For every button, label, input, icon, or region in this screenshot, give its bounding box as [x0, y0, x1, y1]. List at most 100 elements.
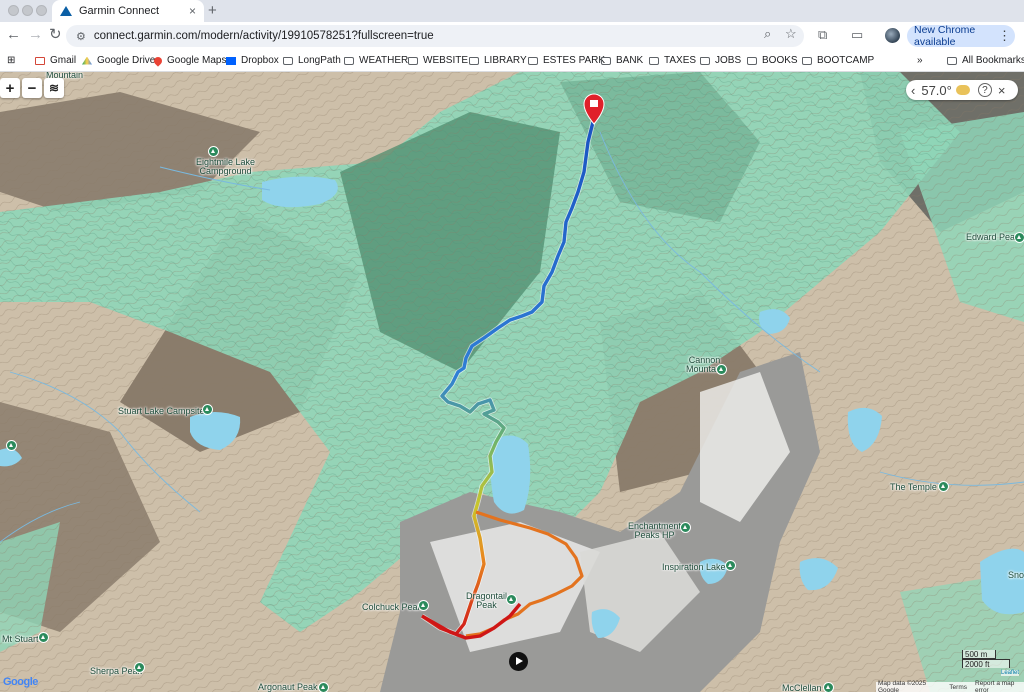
tab-garmin-connect[interactable]: Garmin Connect ×	[52, 0, 204, 22]
campsite-poi-icon[interactable]	[202, 404, 213, 415]
peak-poi-icon[interactable]	[134, 662, 145, 673]
map-label-mt-stuart: Mt Stuart	[2, 634, 39, 644]
folder-icon	[344, 56, 354, 65]
google-maps-icon	[152, 54, 164, 67]
folder-icon	[700, 56, 710, 65]
bookmarks-bar: ⊞ Gmail Google Drive Google Maps Dropbox…	[0, 50, 1024, 72]
bookmark-gmail[interactable]: Gmail	[35, 55, 76, 66]
peak-poi-icon[interactable]	[1014, 232, 1024, 243]
browser-toolbar: ← → ↻ ⚙ connect.garmin.com/modern/activi…	[0, 22, 1024, 50]
map-label-dragontail-peak: Dragontail Peak	[466, 591, 508, 610]
tab-close-icon[interactable]: ×	[189, 4, 196, 18]
bookmark-dropbox[interactable]: Dropbox	[226, 55, 279, 66]
tab-strip: Garmin Connect × +	[0, 0, 1024, 22]
folder-icon	[802, 56, 812, 65]
tab-title: Garmin Connect	[79, 5, 160, 17]
back-arrow-icon[interactable]: ←	[6, 27, 21, 43]
more-menu-icon[interactable]: ⋮	[998, 28, 1011, 44]
peak-poi-icon[interactable]	[318, 682, 329, 692]
peak-poi-icon[interactable]	[680, 522, 691, 533]
peak-poi-icon[interactable]	[938, 481, 949, 492]
garmin-favicon-icon	[60, 6, 72, 16]
bookmark-folder-weather[interactable]: WEATHER	[344, 55, 408, 66]
bookmark-folder-taxes[interactable]: TAXES	[649, 55, 696, 66]
reload-icon[interactable]: ↻	[49, 27, 62, 43]
map-label-stuart-lake: Stuart Lake Campsites	[118, 406, 210, 416]
all-bookmarks-button[interactable]: All Bookmarks	[947, 55, 1024, 66]
bookmark-google-maps[interactable]: Google Maps	[152, 54, 226, 67]
close-window-button[interactable]	[8, 5, 19, 16]
minimize-window-button[interactable]	[22, 5, 33, 16]
report-map-error-link[interactable]: Report a map error	[975, 680, 1024, 692]
dropbox-icon	[226, 56, 236, 65]
bookmark-folder-books[interactable]: BOOKS	[747, 55, 798, 66]
map-label-inspiration-lake: Inspiration Lake	[662, 562, 726, 572]
map-label-mcclellan: McClellan	[782, 683, 822, 692]
leaflet-link[interactable]: Leaflet	[1001, 670, 1020, 676]
lake-poi-icon[interactable]	[725, 560, 736, 571]
map-label-argonaut-peak: Argonaut Peak	[258, 682, 318, 692]
map-label-the-temple: The Temple	[890, 482, 937, 492]
bookmark-folder-bootcamp[interactable]: BOOTCAMP	[802, 55, 874, 66]
folder-icon	[283, 56, 293, 65]
bookmark-folder-jobs[interactable]: JOBS	[700, 55, 741, 66]
campground-poi-icon[interactable]	[208, 146, 219, 157]
bookmark-folder-website[interactable]: WEBSITE	[408, 55, 468, 66]
bookmark-folder-library[interactable]: LIBRARY	[469, 55, 527, 66]
cast-icon[interactable]: ▭	[851, 27, 863, 43]
new-tab-button[interactable]: +	[208, 2, 217, 19]
help-icon[interactable]: ?	[977, 83, 992, 97]
peak-poi-icon[interactable]	[506, 594, 517, 605]
partly-cloudy-icon	[955, 85, 970, 95]
play-button[interactable]	[509, 652, 528, 671]
temperature-value: 57.0°	[921, 82, 952, 98]
map-label-eightmile: Eightmile Lake Campground	[196, 157, 256, 176]
map-data-text: Map data ©2025 Google	[878, 680, 927, 692]
bookmarks-overflow-button[interactable]: »	[917, 55, 923, 66]
layers-icon[interactable]: ≋	[44, 78, 64, 98]
zoom-out-button[interactable]: −	[22, 78, 42, 98]
map-scale: 500 m 2000 ft	[962, 650, 1010, 669]
weather-widget: ‹ 57.0° ? ×	[906, 80, 1018, 100]
bookmark-star-icon[interactable]: ☆	[785, 26, 797, 42]
map-label-enchantment-peaks: Enchantment Peaks HP	[628, 521, 682, 540]
url-text: connect.garmin.com/modern/activity/19910…	[93, 30, 434, 42]
extensions-puzzle-icon[interactable]: ⧉	[818, 27, 827, 43]
bookmark-google-drive[interactable]: Google Drive	[82, 55, 155, 66]
peak-poi-icon[interactable]	[418, 600, 429, 611]
gmail-icon	[35, 56, 45, 65]
weather-prev-button[interactable]: ‹	[911, 83, 915, 98]
bookmark-folder-bank[interactable]: BANK	[601, 55, 643, 66]
scale-meters: 500 m	[962, 650, 996, 659]
folder-icon	[528, 56, 538, 65]
close-icon[interactable]: ×	[998, 83, 1006, 98]
maximize-window-button[interactable]	[36, 5, 47, 16]
terms-link[interactable]: Terms	[949, 684, 967, 691]
folder-icon	[469, 56, 479, 65]
bookmark-folder-longpath[interactable]: LongPath	[283, 55, 341, 66]
site-info-icon[interactable]: ⚙	[76, 30, 86, 43]
folder-icon	[601, 56, 611, 65]
map-attribution: Map data ©2025 Google Terms Report a map…	[876, 680, 1024, 692]
map-label-mountain: Mountain	[46, 72, 84, 80]
poi-icon[interactable]	[6, 440, 17, 451]
peak-poi-icon[interactable]	[38, 632, 49, 643]
apps-grid-icon[interactable]: ⊞	[7, 55, 15, 66]
zoom-in-button[interactable]: +	[0, 78, 20, 98]
scale-feet: 2000 ft	[962, 659, 1010, 669]
peak-poi-icon[interactable]	[716, 364, 727, 375]
google-drive-icon	[82, 56, 92, 65]
forward-arrow-icon[interactable]: →	[28, 27, 43, 43]
finish-marker-icon[interactable]	[583, 93, 605, 125]
map-label-edward-peak: Edward Peak	[966, 232, 1020, 242]
new-chrome-available-button[interactable]: New Chrome available ⋮	[907, 24, 1015, 48]
google-logo: Google	[3, 676, 38, 688]
profile-avatar[interactable]	[885, 28, 900, 43]
zoom-magnifier-icon[interactable]: ⌕	[764, 26, 771, 42]
peak-poi-icon[interactable]	[823, 682, 834, 692]
folder-icon	[649, 56, 659, 65]
folder-icon	[408, 56, 418, 65]
activity-map[interactable]: + − ≋ ‹ 57.0° ? × Mountain Eightmile Lak…	[0, 72, 1024, 692]
address-bar[interactable]: ⚙ connect.garmin.com/modern/activity/199…	[66, 25, 804, 47]
bookmark-folder-estes-park[interactable]: ESTES PARK	[528, 55, 605, 66]
